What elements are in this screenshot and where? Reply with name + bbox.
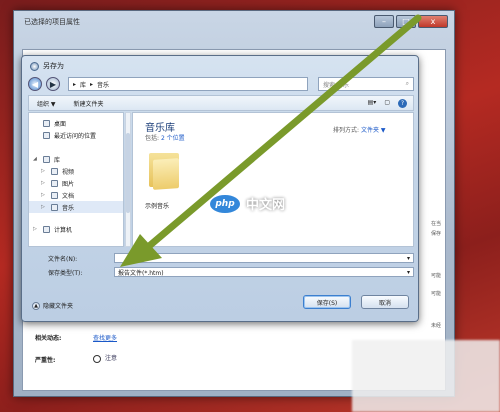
sidebar-item-label: 最近访问的位置 (54, 132, 97, 140)
music-library-icon (51, 203, 58, 211)
background-window-controls: – □ x (374, 15, 448, 28)
breadcrumb-music[interactable]: 音乐 (97, 80, 109, 89)
expand-arrow-icon[interactable]: ▷ (33, 226, 39, 232)
documents-library-icon (51, 191, 58, 199)
navigation-pane: 桌面 最近访问的位置 ◢ 库 ▷ 视频 ▷ 图片 ▷ 文档 ▷ 音乐 ▷ 计算机 (28, 112, 124, 247)
expand-arrow-icon[interactable]: ▷ (41, 168, 47, 174)
expand-arrow-icon[interactable]: ▷ (41, 204, 47, 210)
new-folder-button[interactable]: 新建文件夹 (74, 99, 104, 108)
sidebar-item-pictures[interactable]: ▷ 图片 (29, 177, 123, 189)
library-includes: 包括: 2 个位置 (145, 135, 185, 142)
right-text-snippet: 在当 (430, 221, 441, 227)
close-button[interactable]: x (418, 15, 448, 28)
scrollbar-thumb[interactable] (126, 133, 130, 213)
organize-button[interactable]: 组织 ▼ (37, 99, 56, 108)
back-button[interactable]: ◀ (28, 77, 42, 91)
cancel-button[interactable]: 取消 (361, 295, 409, 309)
save-form: 文件名(N): ▾ 保存类型(T): 报告文件(*.htm) ▾ (28, 249, 414, 291)
filename-label: 文件名(N): (48, 255, 78, 263)
file-list-pane: 音乐库 包括: 2 个位置 排列方式: 文件夹 ▼ 示例音乐 (132, 112, 414, 247)
sidebar-item-videos[interactable]: ▷ 视频 (29, 165, 123, 177)
navigation-pane-scrollbar[interactable] (125, 112, 131, 247)
search-icon: ⌕ (405, 80, 409, 87)
sidebar-item-desktop[interactable]: 桌面 (29, 117, 123, 129)
right-text-snippet: 可能 (430, 273, 441, 279)
sidebar-item-computer[interactable]: ▷ 计算机 (29, 223, 123, 235)
sidebar-item-label: 图片 (62, 180, 75, 188)
maximize-button[interactable]: □ (396, 15, 416, 28)
hide-folders-toggle[interactable]: ▲ 隐藏文件夹 (32, 301, 73, 310)
watermark-text: 中文网 (246, 198, 286, 213)
arrange-by-dropdown[interactable]: 文件夹 ▼ (361, 127, 386, 134)
watermark-badge: php (210, 194, 240, 213)
chevron-down-icon[interactable]: ▾ (407, 269, 410, 276)
background-window-title: 已选择的项目属性 (24, 18, 80, 26)
navigation-bar: ◀ ▶ ▸ 库 ▸ 音乐 搜索 音乐 ⌕ (28, 75, 414, 93)
sidebar-item-label: 桌面 (54, 120, 67, 128)
expand-arrow-icon[interactable]: ▷ (41, 192, 47, 198)
collapse-up-icon: ▲ (32, 301, 40, 310)
folder-label[interactable]: 示例音乐 (145, 201, 169, 210)
expand-arrow-icon[interactable]: ▷ (41, 180, 47, 186)
folder-icon[interactable] (145, 149, 183, 195)
toolbar-right: ▤▾ ▢ ? (368, 98, 413, 108)
library-icon (43, 155, 50, 163)
filename-dropdown-icon[interactable]: ▾ (407, 255, 410, 262)
sidebar-item-recent-places[interactable]: 最近访问的位置 (29, 129, 123, 141)
desktop-icon (43, 119, 50, 127)
sidebar-item-documents[interactable]: ▷ 文档 (29, 189, 123, 201)
related-activity-label: 相关动态: (35, 335, 62, 342)
sidebar-item-libraries[interactable]: ◢ 库 (29, 153, 123, 165)
right-text-snippet: 未经 (430, 323, 441, 329)
breadcrumb-library[interactable]: 库 (80, 80, 86, 89)
dialog-title-bar: 另存为 (30, 61, 64, 71)
right-text-snippet: 可能 (430, 291, 441, 297)
filename-input[interactable]: ▾ (114, 253, 414, 263)
search-placeholder: 搜索 音乐 (323, 81, 349, 89)
dialog-toolbar: 组织 ▼ 新建文件夹 ▤▾ ▢ ? (28, 95, 414, 111)
collapse-arrow-icon[interactable]: ◢ (33, 156, 39, 162)
app-icon (30, 61, 39, 71)
severity-value: 注意 (93, 353, 117, 363)
sidebar-item-label: 视频 (62, 168, 75, 176)
help-icon[interactable]: ? (398, 98, 407, 108)
preview-pane-icon[interactable]: ▢ (384, 99, 390, 108)
recent-places-icon (43, 131, 50, 139)
info-icon (93, 354, 101, 363)
address-bar[interactable]: ▸ 库 ▸ 音乐 (68, 77, 308, 91)
right-text-snippet: 保存 (430, 231, 441, 237)
filetype-label: 保存类型(T): (48, 269, 83, 277)
sidebar-item-label: 计算机 (54, 226, 73, 234)
search-input[interactable]: 搜索 音乐 ⌕ (318, 77, 414, 91)
filetype-row: 保存类型(T): 报告文件(*.htm) ▾ (48, 267, 414, 277)
forward-button[interactable]: ▶ (46, 77, 60, 91)
filename-row: 文件名(N): ▾ (48, 253, 414, 263)
arrange-by: 排列方式: 文件夹 ▼ (333, 127, 386, 134)
computer-icon (43, 225, 50, 233)
breadcrumb-separator-icon: ▸ (90, 80, 94, 88)
library-title: 音乐库 (145, 123, 175, 134)
watermark: php 中文网 (210, 194, 285, 213)
save-button[interactable]: 保存(S) (303, 295, 351, 309)
dialog-title: 另存为 (43, 62, 64, 70)
pictures-library-icon (51, 179, 58, 187)
sidebar-item-music[interactable]: ▷ 音乐 (29, 201, 123, 213)
sidebar-item-label: 文档 (62, 192, 75, 200)
view-options-icon[interactable]: ▤▾ (368, 99, 377, 108)
severity-label: 严重性: (35, 357, 56, 364)
library-locations-link[interactable]: 2 个位置 (161, 135, 185, 142)
filetype-select[interactable]: 报告文件(*.htm) ▾ (114, 267, 414, 277)
library-path-icon: ▸ (73, 80, 77, 88)
sidebar-item-label: 库 (54, 156, 61, 164)
sidebar-item-label: 音乐 (62, 204, 75, 212)
related-activity-value[interactable]: 查找更多 (93, 333, 117, 342)
video-library-icon (51, 167, 58, 175)
save-as-dialog: 另存为 ◀ ▶ ▸ 库 ▸ 音乐 搜索 音乐 ⌕ 组织 ▼ 新建文件夹 ▤▾ ▢… (21, 55, 419, 322)
minimize-button[interactable]: – (374, 15, 394, 28)
blurred-corner (352, 340, 500, 412)
